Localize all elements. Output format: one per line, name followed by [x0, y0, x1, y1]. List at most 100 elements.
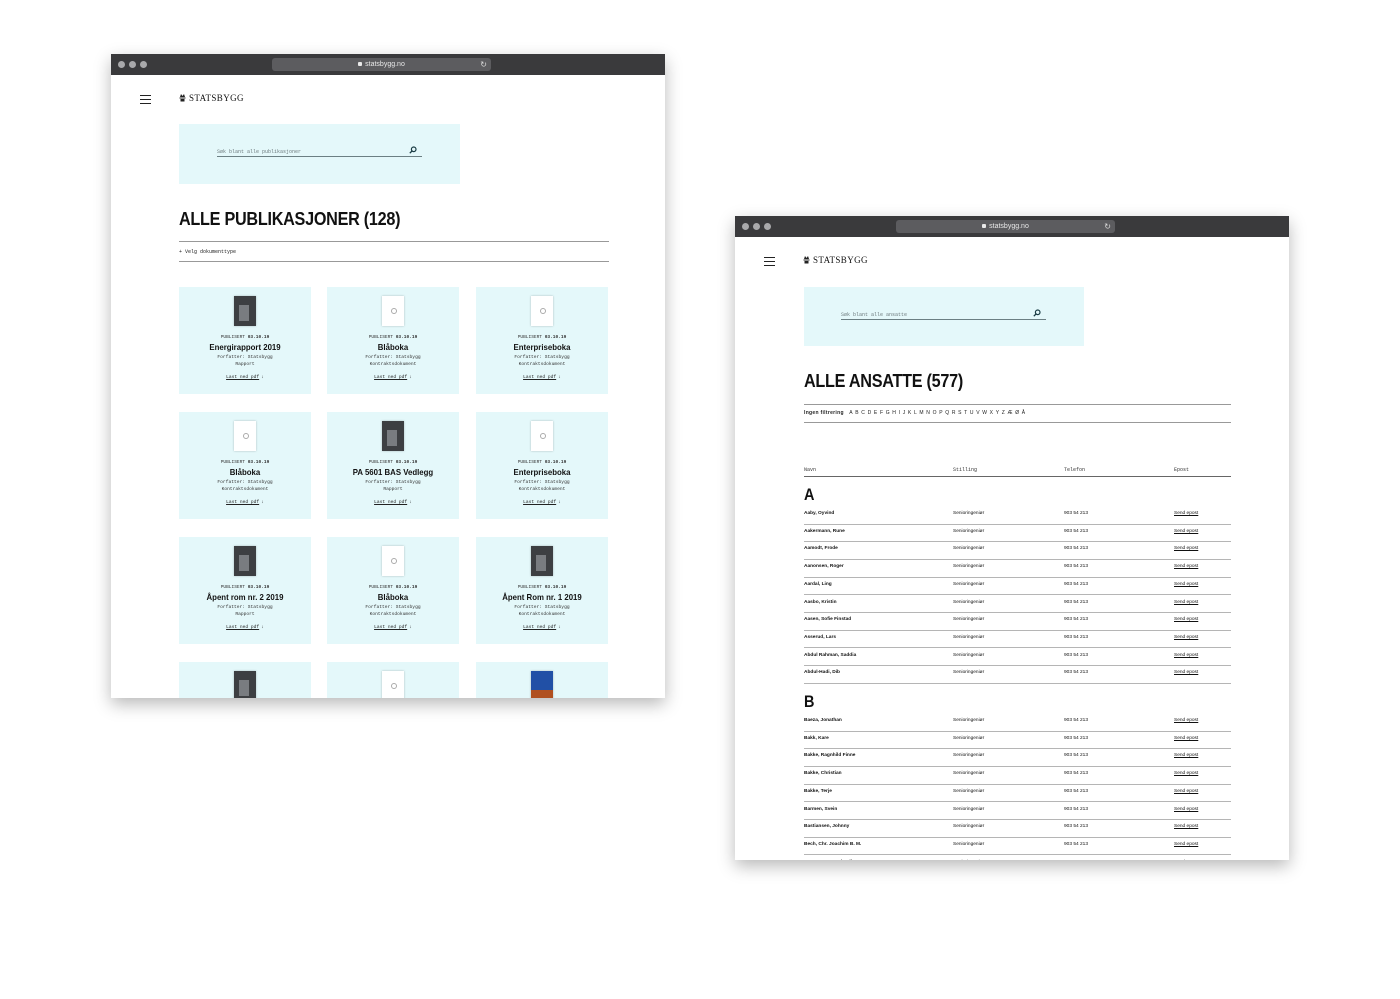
- send-email-link[interactable]: Send epost: [1174, 546, 1198, 551]
- employee-search-input[interactable]: Søk blant alle ansatte: [841, 311, 1046, 320]
- download-pdf-link[interactable]: Last ned pdf ↓: [476, 500, 608, 505]
- publication-title[interactable]: PA 5601 BAS Vedlegg: [332, 467, 453, 477]
- filter-letter[interactable]: Q: [945, 410, 949, 416]
- publication-title[interactable]: Enterpriseboka: [481, 467, 602, 477]
- filter-letter[interactable]: Y: [996, 410, 1000, 416]
- download-pdf-link[interactable]: Last ned pdf ↓: [327, 500, 459, 505]
- download-pdf-link[interactable]: Last ned pdf ↓: [327, 375, 459, 380]
- filter-letter[interactable]: T: [964, 410, 967, 416]
- filter-none[interactable]: Ingen filtrering: [804, 410, 844, 416]
- hamburger-menu-icon[interactable]: [140, 95, 151, 106]
- filter-letter[interactable]: Æ: [1007, 410, 1012, 416]
- filter-letter[interactable]: E: [874, 410, 878, 416]
- send-email-link[interactable]: Send epost: [1174, 771, 1198, 776]
- filter-letter[interactable]: D: [868, 410, 872, 416]
- publication-card[interactable]: [476, 662, 608, 698]
- publication-title[interactable]: Enterpriseboka: [481, 342, 602, 352]
- filter-letter[interactable]: B: [855, 410, 859, 416]
- download-pdf-link[interactable]: Last ned pdf ↓: [179, 500, 311, 505]
- publication-card[interactable]: [327, 662, 459, 698]
- window-minimize-button[interactable]: [753, 223, 760, 230]
- filter-letter[interactable]: Å: [1022, 410, 1026, 416]
- publication-card[interactable]: [179, 662, 311, 698]
- send-email-link[interactable]: Send epost: [1174, 824, 1198, 829]
- publication-card[interactable]: PUBLISERT 03.10.19 Enterpriseboka Forfatte…: [476, 412, 608, 519]
- download-pdf-link[interactable]: Last ned pdf ↓: [327, 625, 459, 630]
- window-maximize-button[interactable]: [764, 223, 771, 230]
- filter-letter[interactable]: A: [849, 410, 853, 416]
- filter-letter[interactable]: L: [914, 410, 917, 416]
- statsbygg-logo[interactable]: STATSBYGG: [803, 255, 868, 265]
- column-header-role[interactable]: Stilling: [953, 467, 977, 473]
- publication-search-input[interactable]: Søk blant alle publikasjoner: [217, 148, 422, 157]
- filter-letter[interactable]: K: [908, 410, 912, 416]
- filter-letter[interactable]: R: [952, 410, 956, 416]
- filter-letter[interactable]: V: [976, 410, 980, 416]
- filter-letter[interactable]: O: [933, 410, 937, 416]
- window-minimize-button[interactable]: [129, 61, 136, 68]
- publication-card[interactable]: PUBLISERT 03.10.19 Energirapport 2019 Forf…: [179, 287, 311, 394]
- filter-letter[interactable]: W: [982, 410, 987, 416]
- filter-letter[interactable]: Z: [1002, 410, 1005, 416]
- filter-letter[interactable]: N: [926, 410, 930, 416]
- send-email-link[interactable]: Send epost: [1174, 635, 1198, 640]
- column-header-phone[interactable]: Telefon: [1064, 467, 1085, 473]
- filter-letter[interactable]: J: [903, 410, 906, 416]
- hamburger-menu-icon[interactable]: [764, 257, 775, 268]
- document-type-filter[interactable]: + Velg dokumenttype: [179, 249, 236, 255]
- send-email-link[interactable]: Send epost: [1174, 753, 1198, 758]
- publication-card[interactable]: PUBLISERT 03.10.19 Åpent rom nr. 2 2019 Fo…: [179, 537, 311, 644]
- reload-icon[interactable]: ↻: [480, 58, 487, 71]
- publication-title[interactable]: Blåboka: [184, 467, 305, 477]
- send-email-link[interactable]: Send epost: [1174, 600, 1198, 605]
- send-email-link[interactable]: Send epost: [1174, 529, 1198, 534]
- window-close-button[interactable]: [118, 61, 125, 68]
- publication-card[interactable]: PUBLISERT 03.10.19 Blåboka Forfatter: Stat…: [327, 537, 459, 644]
- filter-letter[interactable]: P: [939, 410, 943, 416]
- send-email-link[interactable]: Send epost: [1174, 617, 1198, 622]
- address-bar[interactable]: statsbygg.no ↻: [272, 58, 491, 71]
- column-header-name[interactable]: Navn: [804, 467, 816, 473]
- download-pdf-link[interactable]: Last ned pdf ↓: [179, 625, 311, 630]
- send-email-link[interactable]: Send epost: [1174, 807, 1198, 812]
- filter-letter[interactable]: Ø: [1015, 410, 1019, 416]
- publication-card[interactable]: PUBLISERT 03.10.19 PA 5601 BAS Vedlegg For…: [327, 412, 459, 519]
- reload-icon[interactable]: ↻: [1104, 220, 1111, 233]
- download-pdf-link[interactable]: Last ned pdf ↓: [476, 375, 608, 380]
- publication-title[interactable]: Åpent Rom nr. 1 2019: [481, 592, 602, 602]
- filter-letter[interactable]: C: [861, 410, 865, 416]
- publication-card[interactable]: PUBLISERT 03.10.19 Blåboka Forfatter: Stat…: [327, 287, 459, 394]
- filter-letter[interactable]: X: [990, 410, 994, 416]
- filter-letter[interactable]: M: [919, 410, 923, 416]
- statsbygg-logo[interactable]: STATSBYGG: [179, 93, 244, 103]
- publication-card[interactable]: PUBLISERT 03.10.19 Enterpriseboka Forfatte…: [476, 287, 608, 394]
- send-email-link[interactable]: Send epost: [1174, 564, 1198, 569]
- send-email-link[interactable]: Send epost: [1174, 736, 1198, 741]
- search-icon[interactable]: [1033, 309, 1041, 317]
- download-pdf-link[interactable]: Last ned pdf ↓: [179, 375, 311, 380]
- column-header-email[interactable]: Epost: [1174, 467, 1189, 473]
- filter-letter[interactable]: I: [899, 410, 901, 416]
- send-email-link[interactable]: Send epost: [1174, 653, 1198, 658]
- publication-card[interactable]: PUBLISERT 03.10.19 Blåboka Forfatter: Stat…: [179, 412, 311, 519]
- filter-letter[interactable]: H: [892, 410, 896, 416]
- address-bar[interactable]: statsbygg.no ↻: [896, 220, 1115, 233]
- send-email-link[interactable]: Send epost: [1174, 789, 1198, 794]
- window-close-button[interactable]: [742, 223, 749, 230]
- publication-title[interactable]: Energirapport 2019: [184, 342, 305, 352]
- filter-letter[interactable]: F: [880, 410, 883, 416]
- filter-letter[interactable]: S: [958, 410, 962, 416]
- send-email-link[interactable]: Send epost: [1174, 582, 1198, 587]
- filter-letter[interactable]: G: [886, 410, 890, 416]
- download-pdf-link[interactable]: Last ned pdf ↓: [476, 625, 608, 630]
- send-email-link[interactable]: Send epost: [1174, 511, 1198, 516]
- send-email-link[interactable]: Send epost: [1174, 670, 1198, 675]
- publication-title[interactable]: Åpent rom nr. 2 2019: [184, 592, 305, 602]
- publication-card[interactable]: PUBLISERT 03.10.19 Åpent Rom nr. 1 2019 Fo…: [476, 537, 608, 644]
- publication-title[interactable]: Blåboka: [332, 592, 453, 602]
- send-email-link[interactable]: Send epost: [1174, 718, 1198, 723]
- publication-title[interactable]: Blåboka: [332, 342, 453, 352]
- window-maximize-button[interactable]: [140, 61, 147, 68]
- send-email-link[interactable]: Send epost: [1174, 842, 1198, 847]
- filter-letter[interactable]: U: [970, 410, 974, 416]
